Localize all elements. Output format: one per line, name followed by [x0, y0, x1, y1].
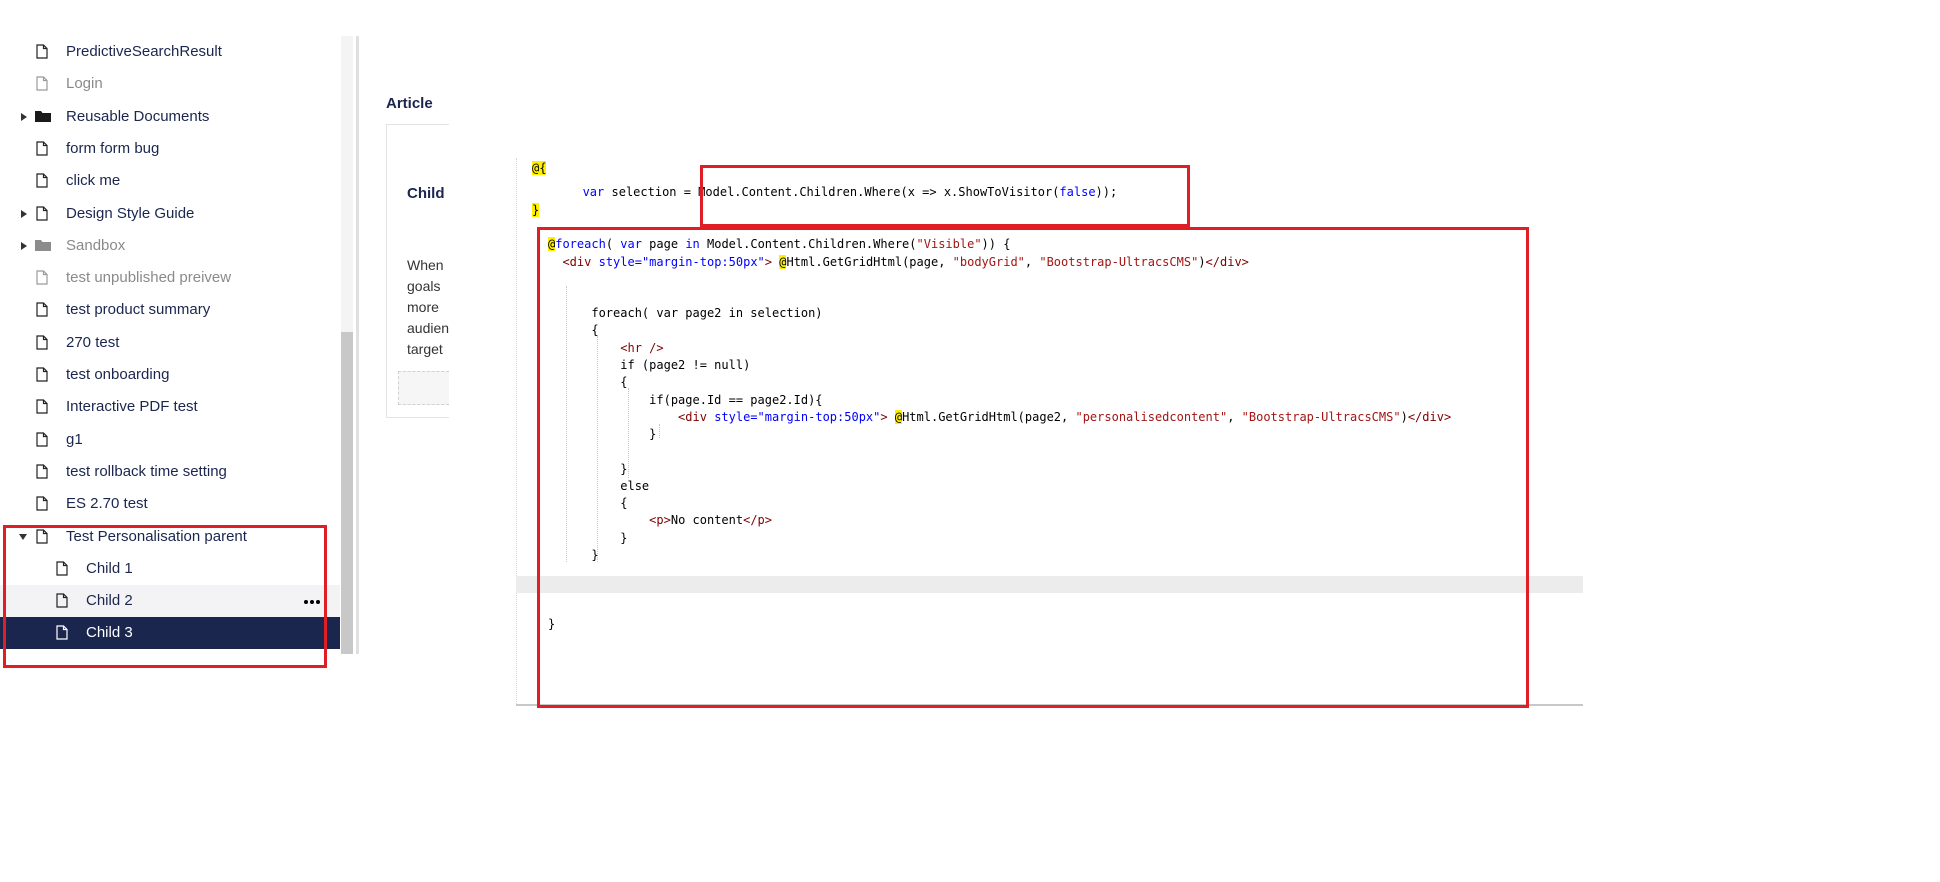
- document-icon: [36, 399, 48, 418]
- document-icon: [36, 141, 48, 160]
- tree-item-label: test product summary: [66, 301, 211, 319]
- card-placeholder-box[interactable]: [398, 371, 449, 405]
- folder-icon: [34, 109, 52, 127]
- tree-item[interactable]: Login: [0, 68, 340, 100]
- card-text-line: When: [407, 257, 444, 273]
- document-icon: [36, 270, 48, 289]
- tree-item[interactable]: PredictiveSearchResult: [0, 36, 340, 68]
- annotation-box-foreach: [537, 227, 1529, 708]
- document-icon: [36, 173, 48, 192]
- tree-item-label: Reusable Documents: [66, 107, 210, 125]
- tree-item-label: g1: [66, 430, 83, 448]
- tree-item[interactable]: test onboarding: [0, 359, 340, 391]
- tree-item[interactable]: 270 test: [0, 327, 340, 359]
- caret-right-icon[interactable]: [21, 209, 27, 218]
- code-line: @{: [532, 161, 547, 175]
- card-text-line: more: [407, 299, 439, 315]
- document-icon: [36, 496, 48, 515]
- tree-item-label: PredictiveSearchResult: [66, 43, 222, 60]
- annotation-box-tree-children: [3, 525, 327, 668]
- tree-item-label: Sandbox: [66, 236, 126, 254]
- document-icon: [36, 205, 48, 225]
- tree-item[interactable]: Design Style Guide: [0, 198, 340, 230]
- tree-item-label: Interactive PDF test: [66, 398, 198, 416]
- card-text-line: audien: [407, 320, 450, 336]
- tree-scrollbar-thumb[interactable]: [341, 332, 353, 654]
- caret-right-icon[interactable]: [21, 112, 27, 121]
- document-icon: [36, 302, 48, 321]
- tree-item-label: test onboarding: [66, 366, 170, 383]
- tree-item-label: ES 2.70 test: [66, 495, 148, 513]
- tree-item[interactable]: test rollback time setting: [0, 456, 340, 488]
- card-text-line: target: [407, 341, 443, 357]
- code-line: }: [532, 203, 540, 217]
- tree-item-label: form form bug: [66, 139, 160, 157]
- document-icon: [36, 335, 48, 354]
- tree-item[interactable]: test unpublished preivew: [0, 262, 340, 294]
- document-icon: [36, 76, 48, 95]
- tree-item-label: click me: [66, 172, 121, 190]
- tree-item-label: test unpublished preivew: [66, 269, 232, 287]
- tree-item[interactable]: click me: [0, 165, 340, 197]
- tree-item[interactable]: Sandbox: [0, 230, 340, 262]
- tree-item[interactable]: form form bug: [0, 133, 340, 165]
- tree-item-label: 270 test: [66, 333, 120, 351]
- annotation-box-selection: [700, 165, 1190, 227]
- tree-item[interactable]: g1: [0, 424, 340, 456]
- tree-item-label: test rollback time setting: [66, 462, 227, 480]
- card-title: Child: [407, 185, 445, 202]
- tree-item[interactable]: Interactive PDF test: [0, 391, 340, 423]
- document-icon: [36, 431, 48, 451]
- folder-icon: [34, 238, 52, 256]
- document-icon: [36, 367, 48, 386]
- document-icon: [36, 44, 48, 63]
- tree-item[interactable]: test product summary: [0, 294, 340, 326]
- card-text-line: goals: [407, 278, 441, 294]
- document-icon: [36, 464, 48, 483]
- tree-item-label: Login: [66, 75, 103, 93]
- code-gutter-line: [516, 158, 518, 704]
- tree-item-label: Design Style Guide: [66, 204, 195, 222]
- tree-item[interactable]: ES 2.70 test: [0, 488, 340, 520]
- article-section-label: Article: [386, 95, 433, 112]
- tree-item[interactable]: Reusable Documents: [0, 101, 340, 133]
- caret-right-icon[interactable]: [21, 241, 27, 250]
- panel-divider[interactable]: [356, 36, 359, 654]
